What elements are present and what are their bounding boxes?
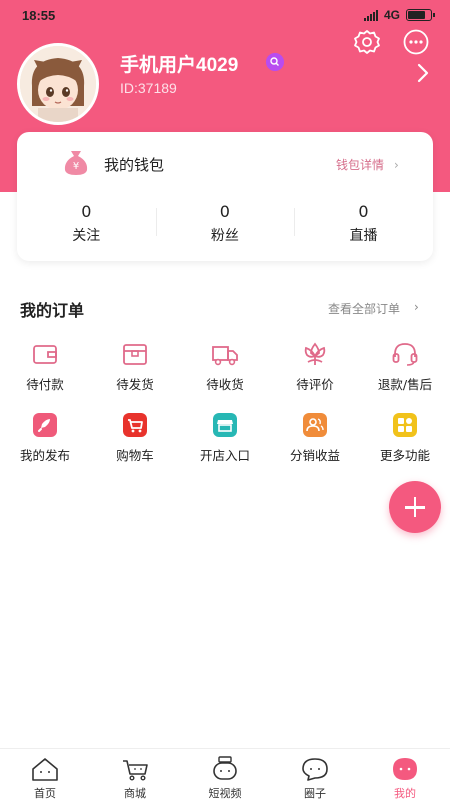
store-icon [213,413,237,437]
order-label: 待评价 [296,377,334,392]
plus-icon [413,497,417,517]
feature-distribution-income[interactable]: 分销收益 [270,411,360,463]
divider [294,208,296,236]
stat-label: 粉丝 [210,228,239,244]
feature-label: 购物车 [116,448,154,463]
tab-home[interactable]: 首页 [0,749,90,800]
chevron-right-icon: › [414,300,419,314]
message-icon[interactable] [402,28,430,56]
feature-open-store[interactable]: 开店入口 [180,411,270,463]
stat-fans[interactable]: 0 粉丝 [155,202,295,245]
flower-icon [304,342,326,365]
order-label: 退款/售后 [377,377,433,392]
settings-icon[interactable] [353,28,381,56]
feature-cart[interactable]: 购物车 [90,411,180,463]
tab-label: 短视频 [208,787,242,800]
stat-value: 0 [81,202,92,221]
signal-icon [363,9,378,21]
svg-text:¥: ¥ [73,161,79,172]
box-icon [123,344,147,365]
status-time: 18:55 [22,8,56,23]
chat-icon [302,758,328,781]
wallet-detail-label: 钱包详情 [336,158,385,172]
video-icon [213,756,237,780]
feature-label: 更多功能 [379,448,430,463]
chevron-right-icon: › [394,157,399,172]
tab-label: 首页 [34,787,56,800]
avatar-illustration [20,46,96,122]
battery-icon [406,9,435,21]
wallet-icon [33,345,57,364]
username: 手机用户4029 [120,55,239,76]
order-label: 待收货 [206,377,244,392]
rocket-icon [33,413,57,437]
add-button[interactable] [389,481,441,533]
cart-icon [123,413,147,437]
user-id: ID:37189 [120,80,177,96]
tab-mall[interactable]: 商城 [90,749,180,800]
divider [155,208,157,236]
feature-my-posts[interactable]: 我的发布 [0,411,90,463]
tab-short-video[interactable]: 短视频 [180,749,270,800]
orders-title: 我的订单 [20,301,85,320]
order-pending-payment[interactable]: 待付款 [0,340,90,392]
tab-label: 我的 [394,787,416,800]
tab-mine[interactable]: 我的 [360,749,450,800]
order-after-sales[interactable]: 退款/售后 [360,340,450,392]
stat-value: 0 [358,202,369,221]
wallet-title[interactable]: 我的钱包 [104,154,164,175]
order-pending-review[interactable]: 待评价 [270,340,360,392]
home-icon [32,758,58,781]
search-badge-icon [266,53,284,71]
feature-label: 我的发布 [19,448,70,463]
wallet-detail-link[interactable]: 钱包详情 › [336,156,399,173]
tab-label: 商城 [124,787,146,800]
wallet-card: ¥ 我的钱包 钱包详情 › 0 关注 0 粉丝 0 直播 [17,132,433,261]
status-indicators: 4G [363,8,435,22]
users-icon [303,413,327,437]
stat-label: 直播 [349,228,378,244]
mall-icon [123,760,148,781]
tab-circle[interactable]: 圈子 [270,749,360,800]
money-bag-icon[interactable]: ¥ [61,147,91,177]
order-pending-receipt[interactable]: 待收货 [180,340,270,392]
profile-icon [393,758,417,780]
stat-value: 0 [219,202,230,221]
order-label: 待发货 [116,377,154,392]
chevron-right-icon[interactable] [414,62,432,84]
grid-icon [393,413,417,437]
order-status-row: 待付款 待发货 待收货 待评价 退款/售后 [0,340,450,392]
bottom-tab-bar: 首页 商城 短视频 圈子 我的 [0,748,450,800]
status-bar: 18:55 4G [0,0,450,32]
stats-row: 0 关注 0 粉丝 0 直播 [17,202,433,245]
feature-label: 分销收益 [289,448,340,463]
truck-icon [212,346,238,366]
view-all-orders-link[interactable]: 查看全部订单 › [328,300,419,317]
network-label: 4G [383,8,400,22]
feature-label: 开店入口 [199,448,250,463]
feature-more[interactable]: 更多功能 [360,411,450,463]
headset-icon [392,343,418,366]
avatar[interactable] [17,43,99,125]
stat-live[interactable]: 0 直播 [294,202,433,245]
order-label: 待付款 [26,377,64,392]
feature-row: 我的发布 购物车 开店入口 分销收益 更多功能 [0,411,450,463]
view-all-orders-label: 查看全部订单 [328,302,401,316]
stat-label: 关注 [72,228,101,244]
order-pending-shipment[interactable]: 待发货 [90,340,180,392]
stat-follow[interactable]: 0 关注 [17,202,156,245]
tab-label: 圈子 [304,787,326,800]
